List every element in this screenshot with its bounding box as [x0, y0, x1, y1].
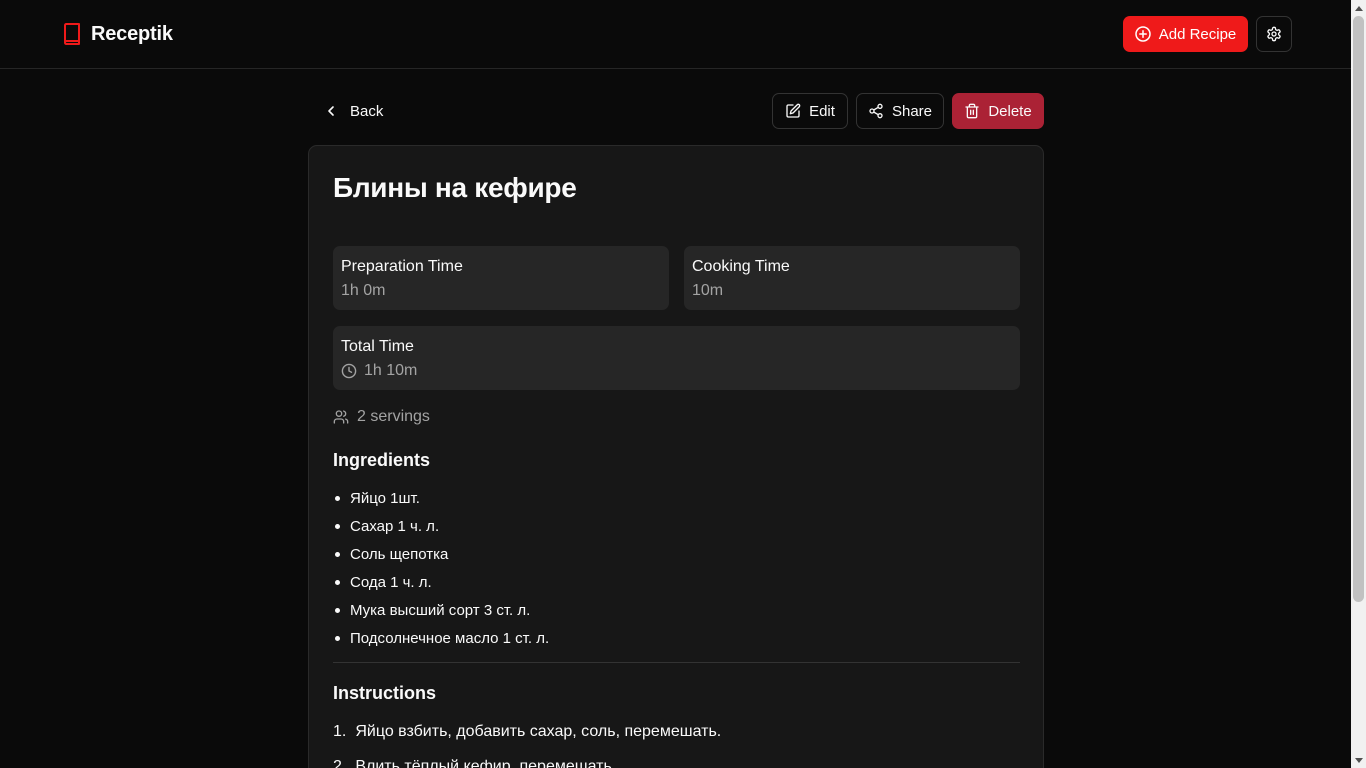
- settings-button[interactable]: [1256, 16, 1292, 52]
- edit-label: Edit: [809, 102, 835, 120]
- recipe-card: Блины на кефире Preparation Time 1h 0m C…: [308, 145, 1044, 768]
- gear-icon: [1267, 26, 1281, 42]
- preparation-time-box: Preparation Time 1h 0m: [333, 246, 669, 310]
- ingredient-item: Сахар 1 ч. л.: [333, 512, 549, 540]
- scroll-down-arrow-icon[interactable]: [1351, 753, 1366, 768]
- ingredients-list: Яйцо 1шт. Сахар 1 ч. л. Соль щепотка Сод…: [333, 484, 549, 652]
- top-navbar: Receptik Add Recipe: [0, 0, 1351, 69]
- add-recipe-label: Add Recipe: [1158, 25, 1237, 43]
- bullet-icon: [335, 523, 340, 529]
- bullet-icon: [335, 607, 340, 613]
- step-number: 2.: [333, 757, 347, 768]
- users-icon: [333, 410, 349, 424]
- preparation-time-label: Preparation Time: [341, 258, 463, 275]
- ingredients-heading: Ingredients: [333, 450, 431, 470]
- cooking-time-box: Cooking Time 10m: [684, 246, 1020, 310]
- pencil-square-icon: [786, 103, 801, 118]
- instruction-step: 1. Яйцо взбить, добавить сахар, соль, пер…: [333, 714, 721, 749]
- chevron-left-icon: [328, 106, 334, 116]
- recipe-title: Блины на кефире: [333, 172, 577, 203]
- servings: 2 servings: [333, 408, 430, 426]
- share-nodes-icon: [869, 103, 883, 119]
- servings-count: 2 servings: [357, 408, 430, 425]
- delete-button[interactable]: Delete: [952, 93, 1044, 129]
- logo[interactable]: Receptik: [62, 22, 173, 46]
- total-time-row: 1h 10m: [341, 361, 1012, 381]
- delete-label: Delete: [988, 102, 1032, 120]
- step-number: 1.: [333, 722, 347, 740]
- preparation-time-value: 1h 0m: [341, 282, 386, 299]
- ingredient-item: Соль щепотка: [333, 540, 549, 568]
- instruction-step: 2. Влить тёплый кефир, перемешать.: [333, 749, 721, 768]
- edit-button[interactable]: Edit: [772, 93, 848, 129]
- ingredient-item: Подсолнечное масло 1 ст. л.: [333, 624, 549, 652]
- share-label: Share: [891, 102, 933, 120]
- vertical-scrollbar[interactable]: [1351, 0, 1366, 768]
- total-time-label: Total Time: [341, 338, 414, 355]
- bullet-icon: [335, 551, 340, 557]
- section-divider: [333, 662, 1020, 663]
- app-name: Receptik: [91, 22, 173, 45]
- step-text: Яйцо взбить, добавить сахар, соль, перем…: [355, 722, 722, 740]
- cooking-time-label: Cooking Time: [692, 258, 790, 275]
- instructions-list: 1. Яйцо взбить, добавить сахар, соль, пер…: [333, 714, 721, 768]
- clock-icon: [341, 363, 357, 379]
- back-button[interactable]: Back: [320, 93, 387, 129]
- scrollbar-thumb[interactable]: [1353, 16, 1364, 602]
- trash-icon: [965, 103, 979, 119]
- step-text: Влить тёплый кефир, перемешать.: [355, 757, 617, 768]
- ingredient-item: Сода 1 ч. л.: [333, 568, 549, 596]
- add-recipe-button[interactable]: Add Recipe: [1123, 16, 1248, 52]
- ingredient-item: Мука высший сорт 3 ст. л.: [333, 596, 549, 624]
- book-icon: [64, 23, 80, 45]
- total-time-box: Total Time 1h 10m: [333, 326, 1020, 390]
- cooking-time-value: 10m: [692, 282, 724, 299]
- bullet-icon: [335, 579, 340, 585]
- back-label: Back: [350, 102, 384, 120]
- instructions-heading: Instructions: [333, 683, 437, 703]
- bullet-icon: [335, 635, 340, 641]
- total-time-value: 1h 10m: [364, 362, 418, 379]
- share-button[interactable]: Share: [856, 93, 944, 129]
- plus-circle-icon: [1134, 26, 1151, 42]
- ingredient-item: Яйцо 1шт.: [333, 484, 549, 512]
- scroll-up-arrow-icon[interactable]: [1351, 0, 1366, 15]
- bullet-icon: [335, 495, 340, 501]
